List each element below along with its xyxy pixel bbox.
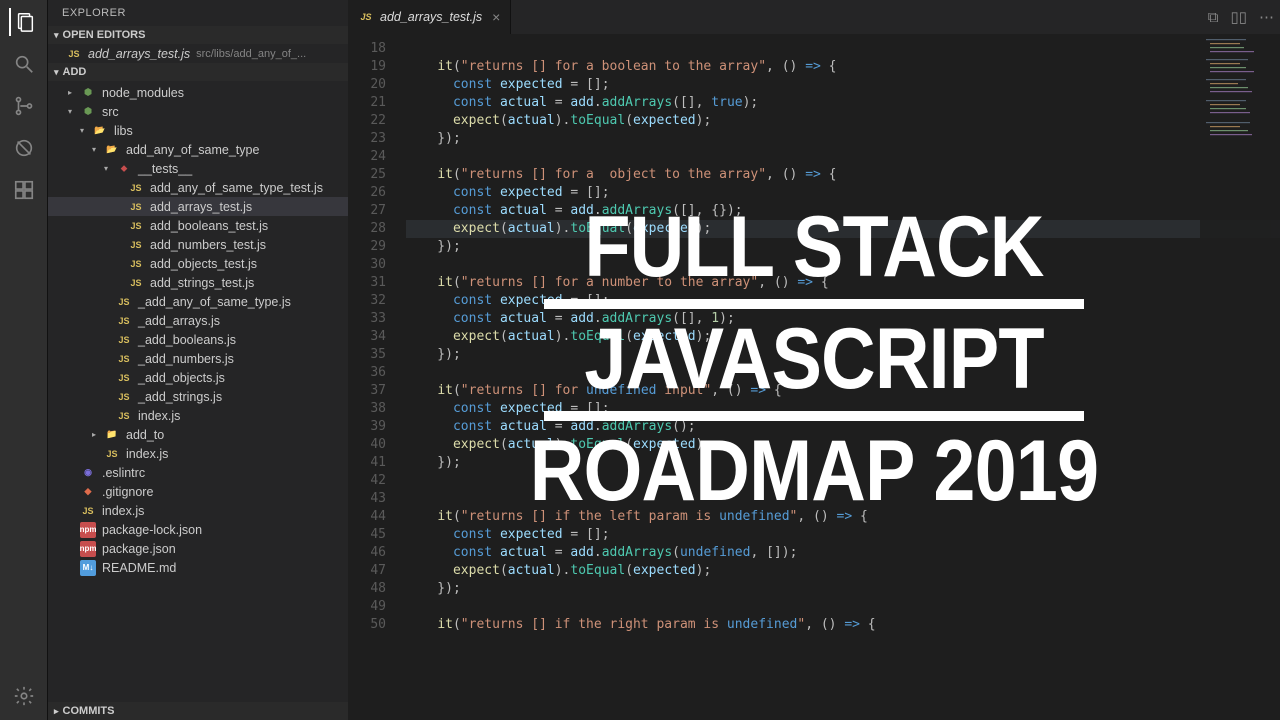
tree-item-index-js[interactable]: JSindex.js bbox=[48, 406, 348, 425]
tree-item-package-lock-json[interactable]: npmpackage-lock.json bbox=[48, 520, 348, 539]
debug-icon[interactable] bbox=[10, 134, 38, 162]
editor-area: JS add_arrays_test.js × ⧉ ▯▯ ⋯ 18 19 20 … bbox=[348, 0, 1280, 720]
open-editor-item[interactable]: JS add_arrays_test.js src/libs/add_any_o… bbox=[48, 44, 348, 63]
close-icon[interactable]: × bbox=[492, 9, 500, 25]
tree-item-add-strings-test-js[interactable]: JSadd_strings_test.js bbox=[48, 273, 348, 292]
tree-item-index-js[interactable]: JSindex.js bbox=[48, 444, 348, 463]
tab-bar: JS add_arrays_test.js × ⧉ ▯▯ ⋯ bbox=[348, 0, 1280, 34]
tree-item--add-objects-js[interactable]: JS_add_objects.js bbox=[48, 368, 348, 387]
tab-label: add_arrays_test.js bbox=[380, 10, 482, 24]
tree-item-add-any-of-same-type-test-js[interactable]: JSadd_any_of_same_type_test.js bbox=[48, 178, 348, 197]
tree-item-add-numbers-test-js[interactable]: JSadd_numbers_test.js bbox=[48, 235, 348, 254]
tree-item-index-js[interactable]: JSindex.js bbox=[48, 501, 348, 520]
tree-item-src[interactable]: ⬢src bbox=[48, 102, 348, 121]
tree-item--add-numbers-js[interactable]: JS_add_numbers.js bbox=[48, 349, 348, 368]
chevron-icon bbox=[90, 430, 98, 439]
more-icon[interactable]: ⋯ bbox=[1253, 8, 1280, 26]
tree-item-libs[interactable]: 📂libs bbox=[48, 121, 348, 140]
tree-item--gitignore[interactable]: ◆.gitignore bbox=[48, 482, 348, 501]
open-editors-header[interactable]: ▾OPEN EDITORS bbox=[48, 26, 348, 44]
sidebar-title: EXPLORER bbox=[48, 0, 348, 26]
tree-item-add-to[interactable]: 📁add_to bbox=[48, 425, 348, 444]
tab-add-arrays-test[interactable]: JS add_arrays_test.js × bbox=[348, 0, 511, 34]
extensions-icon[interactable] bbox=[10, 176, 38, 204]
search-icon[interactable] bbox=[10, 50, 38, 78]
code-editor[interactable]: 18 19 20 21 22 23 24 25 26 27 28 29 30 3… bbox=[348, 34, 1280, 720]
tree-item--add-arrays-js[interactable]: JS_add_arrays.js bbox=[48, 311, 348, 330]
tree-item--add-strings-js[interactable]: JS_add_strings.js bbox=[48, 387, 348, 406]
tree-item--add-booleans-js[interactable]: JS_add_booleans.js bbox=[48, 330, 348, 349]
file-tree: ⬢node_modules⬢src📂libs📂add_any_of_same_t… bbox=[48, 81, 348, 583]
workspace-root-header[interactable]: ▾ADD bbox=[48, 63, 348, 81]
tree-item--tests-[interactable]: ⬥__tests__ bbox=[48, 159, 348, 178]
diff-icon[interactable]: ⧉ bbox=[1202, 9, 1225, 26]
explorer-icon[interactable] bbox=[9, 8, 37, 36]
tree-item-node-modules[interactable]: ⬢node_modules bbox=[48, 83, 348, 102]
tree-item-readme-md[interactable]: M↓README.md bbox=[48, 558, 348, 577]
tree-item-package-json[interactable]: npmpackage.json bbox=[48, 539, 348, 558]
code-content[interactable]: it("returns [] for a boolean to the arra… bbox=[400, 34, 1280, 720]
line-gutter: 18 19 20 21 22 23 24 25 26 27 28 29 30 3… bbox=[348, 34, 400, 720]
tree-item-add-objects-test-js[interactable]: JSadd_objects_test.js bbox=[48, 254, 348, 273]
chevron-icon bbox=[90, 145, 98, 154]
tree-item-add-booleans-test-js[interactable]: JSadd_booleans_test.js bbox=[48, 216, 348, 235]
tree-item-add-arrays-test-js[interactable]: JSadd_arrays_test.js bbox=[48, 197, 348, 216]
activity-bar bbox=[0, 0, 48, 720]
source-control-icon[interactable] bbox=[10, 92, 38, 120]
split-editor-icon[interactable]: ▯▯ bbox=[1224, 8, 1253, 26]
explorer-sidebar: EXPLORER ▾OPEN EDITORS JS add_arrays_tes… bbox=[48, 0, 348, 720]
chevron-icon bbox=[66, 88, 74, 97]
tree-item--eslintrc[interactable]: ◉.eslintrc bbox=[48, 463, 348, 482]
tree-item--add-any-of-same-type-js[interactable]: JS_add_any_of_same_type.js bbox=[48, 292, 348, 311]
chevron-icon bbox=[102, 164, 110, 173]
commits-header[interactable]: ▸COMMITS bbox=[48, 702, 348, 720]
minimap[interactable] bbox=[1200, 34, 1280, 244]
chevron-icon bbox=[78, 126, 86, 135]
settings-gear-icon[interactable] bbox=[10, 682, 38, 710]
js-file-icon: JS bbox=[358, 9, 374, 25]
chevron-icon bbox=[66, 107, 74, 116]
tree-item-add-any-of-same-type[interactable]: 📂add_any_of_same_type bbox=[48, 140, 348, 159]
